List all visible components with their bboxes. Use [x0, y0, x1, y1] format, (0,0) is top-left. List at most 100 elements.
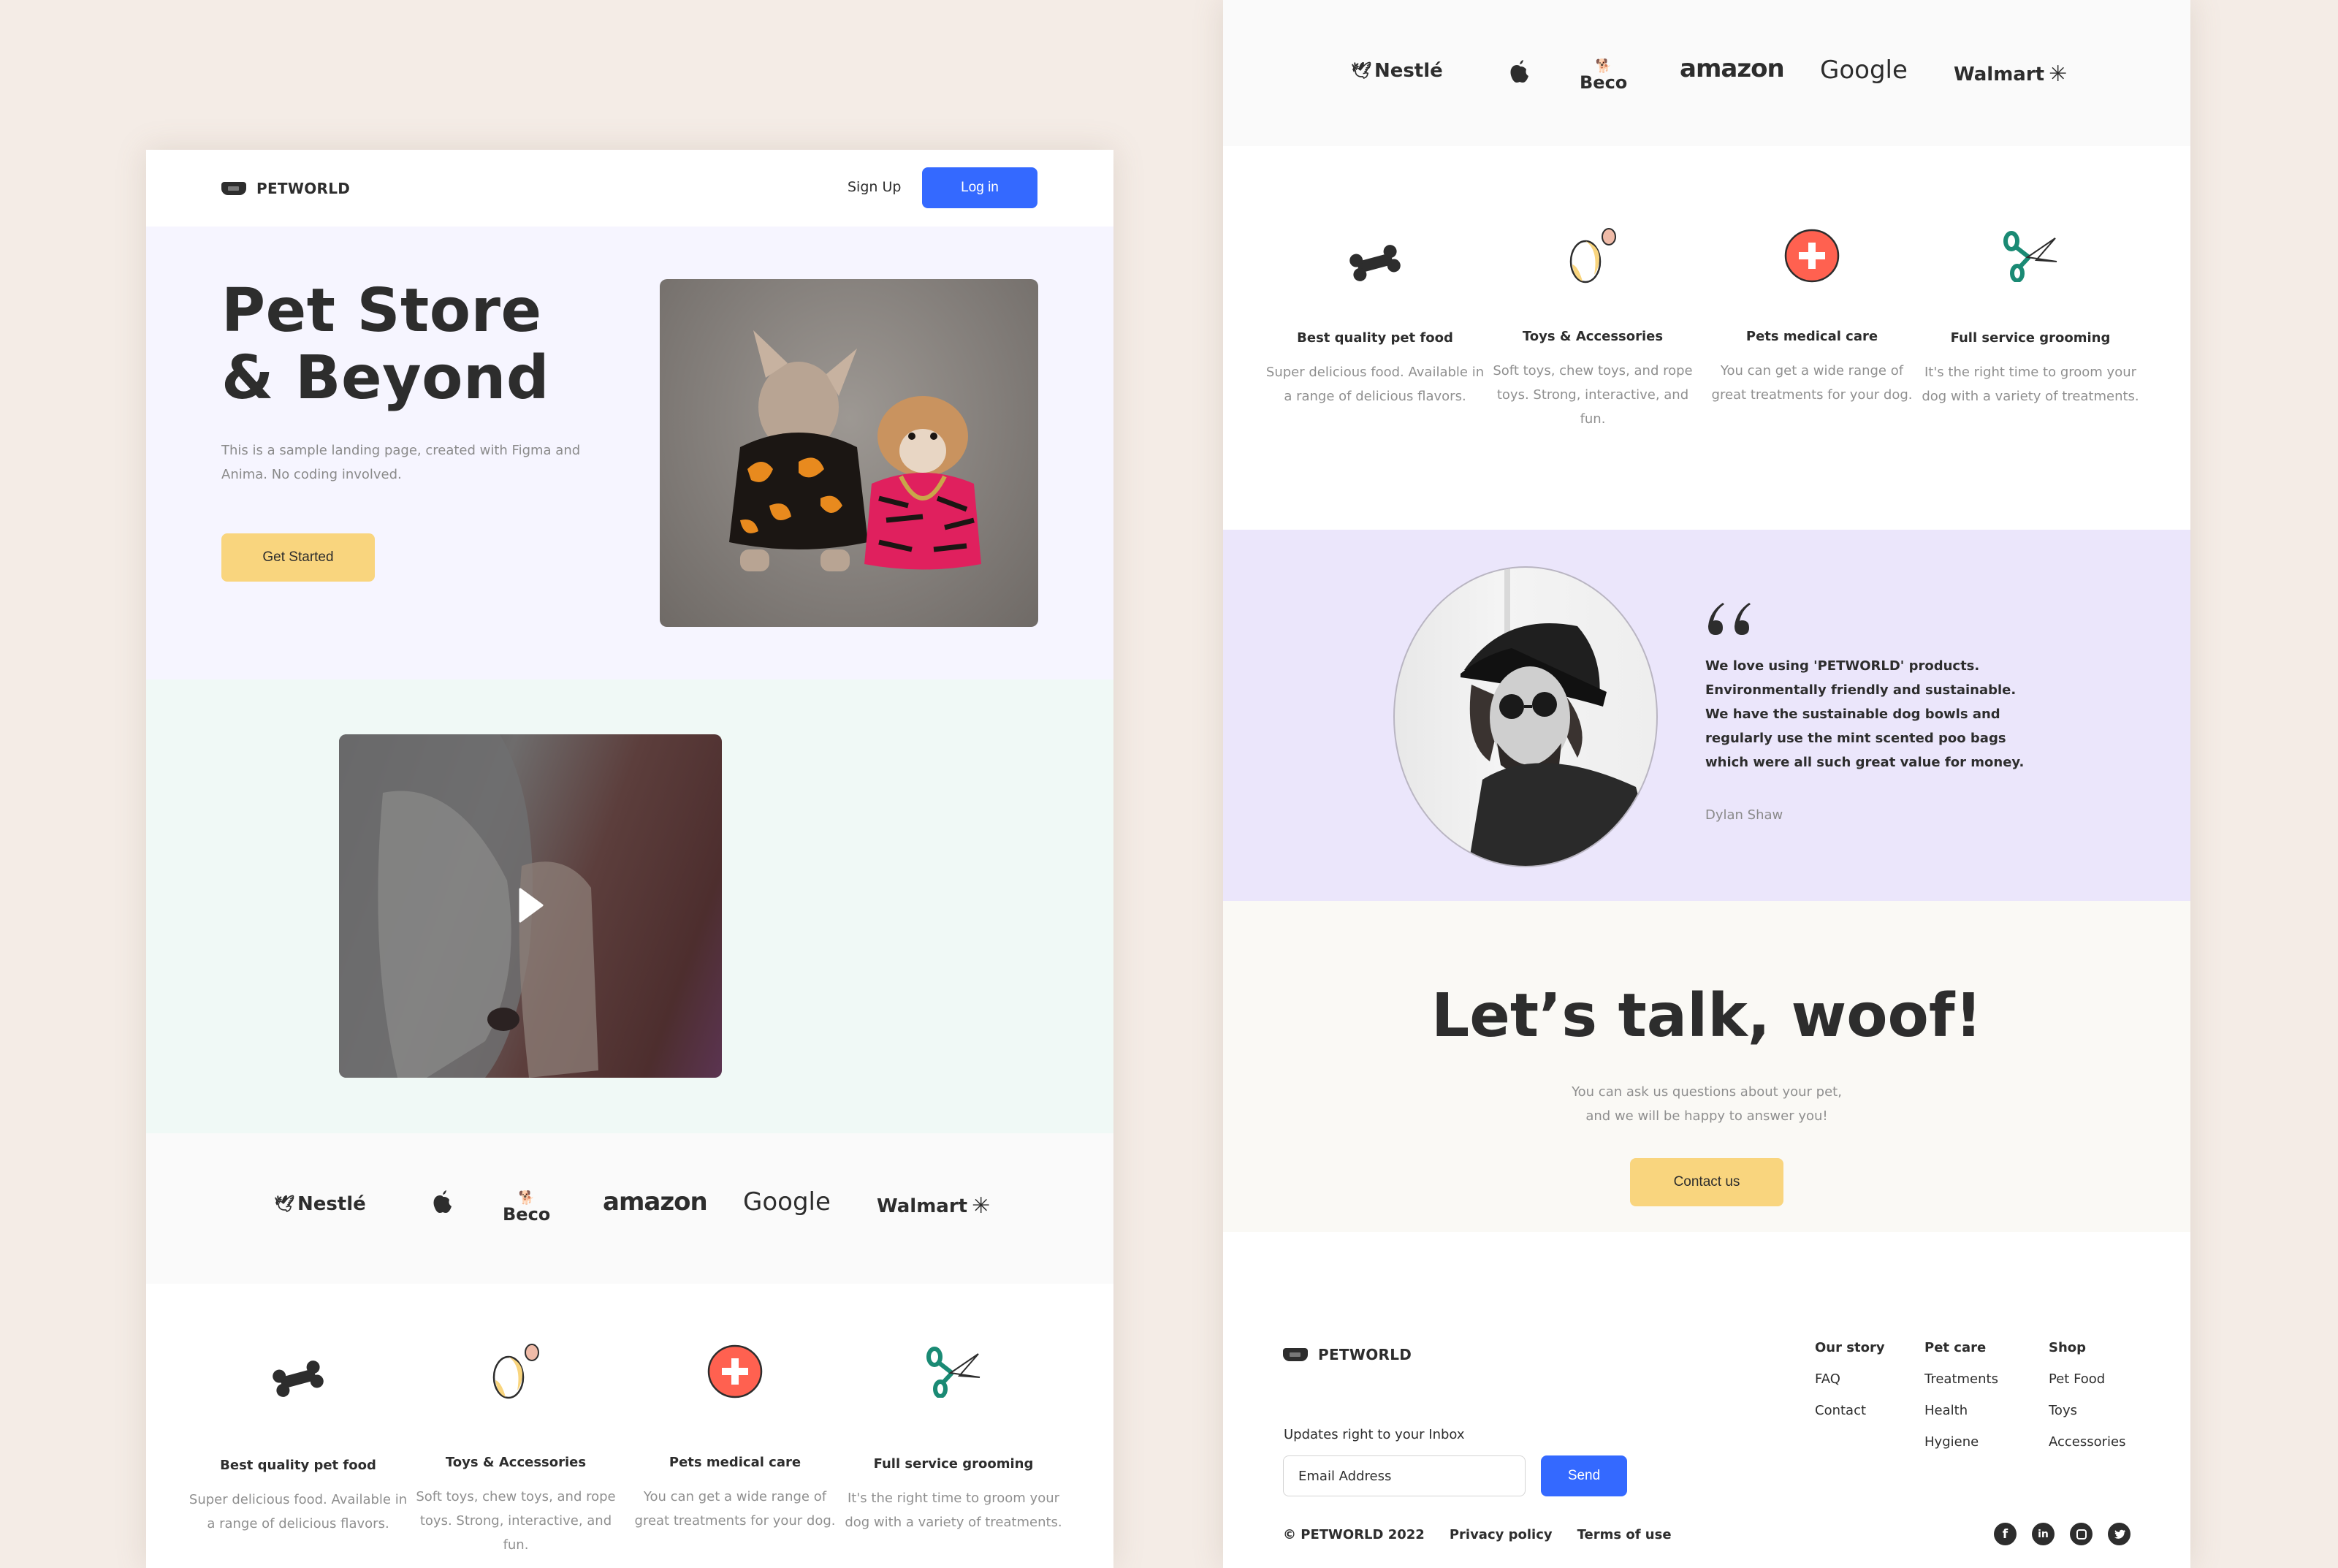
partner-logo-apple — [433, 1189, 453, 1214]
features-section: Best quality pet food Super delicious fo… — [146, 1284, 1113, 1568]
email-input[interactable] — [1283, 1455, 1526, 1496]
play-icon[interactable] — [519, 888, 544, 923]
partner-logo-apple — [1509, 58, 1530, 83]
send-button[interactable]: Send — [1541, 1455, 1627, 1496]
feature-title: Best quality pet food — [1297, 330, 1453, 346]
footer-column-our-story: Our story FAQ Contact — [1815, 1340, 1885, 1434]
footer-link-treatments[interactable]: Treatments — [1924, 1371, 1998, 1388]
feature-card: Full service grooming It's the right tim… — [844, 1284, 1063, 1534]
walmart-spark-icon: ✳ — [2049, 61, 2068, 87]
scissors-icon — [926, 1347, 980, 1398]
partner-logo-nestle: 🕊 Nestlé — [1351, 60, 1443, 82]
footer-brand-logo[interactable]: PETWORLD — [1283, 1346, 1412, 1363]
footer-column-pet-care: Pet care Treatments Health Hygiene — [1924, 1340, 1998, 1466]
brand-name: PETWORLD — [1318, 1346, 1412, 1363]
feature-description: You can get a wide range of great treatm… — [1711, 363, 1913, 403]
walmart-spark-icon: ✳ — [972, 1193, 991, 1219]
feature-card: Full service grooming It's the right tim… — [1921, 146, 2140, 408]
testimonial-quote: We love using 'PETWORLD' products. Envir… — [1705, 658, 2025, 770]
scissors-icon — [2003, 231, 2057, 282]
cta-title: Let’s talk, woof! — [1431, 981, 1982, 1051]
feature-title: Pets medical care — [1745, 329, 1878, 344]
feature-card: Best quality pet food Super delicious fo… — [189, 1284, 408, 1536]
feature-card: Pets medical care You can get a wide ran… — [1702, 146, 1922, 407]
feature-description: You can get a wide range of great treatm… — [634, 1489, 836, 1529]
brand-name: PETWORLD — [256, 180, 351, 197]
facebook-icon[interactable]: f — [1994, 1523, 2017, 1545]
feature-title: Full service grooming — [873, 1456, 1034, 1472]
instagram-icon[interactable] — [2070, 1523, 2093, 1545]
copyright: © PETWORLD 2022 — [1283, 1527, 1425, 1542]
footer-column-heading: Our story — [1815, 1340, 1885, 1355]
feature-card: Best quality pet food Super delicious fo… — [1265, 146, 1485, 408]
medical-cross-icon — [1784, 229, 1840, 283]
signup-link[interactable]: Sign Up — [848, 179, 901, 195]
cta-description: You can ask us questions about your pet,… — [1572, 1084, 1842, 1124]
testimonial-author: Dylan Shaw — [1705, 807, 1783, 823]
partner-logos: 🕊 Nestlé 🐕 Beco amazon Google Walmart ✳ — [1223, 0, 2190, 146]
testimonial-section: We love using 'PETWORLD' products. Envir… — [1223, 530, 2190, 901]
get-started-button[interactable]: Get Started — [221, 533, 375, 582]
landing-page-preview-right: 🕊 Nestlé 🐕 Beco amazon Google Walmart ✳ Bes… — [1223, 0, 2190, 1568]
dogs-illustration — [729, 330, 981, 571]
footer-link-contact[interactable]: Contact — [1815, 1403, 1885, 1419]
contact-cta-section: Let’s talk, woof! You can ask us questio… — [1223, 901, 2190, 1232]
feature-card: Toys & Accessories Soft toys, chew toys,… — [406, 1284, 625, 1557]
footer-link-health[interactable]: Health — [1924, 1403, 1998, 1419]
footer-link-hygiene[interactable]: Hygiene — [1924, 1434, 1998, 1450]
feature-description: Super delicious food. Available in a ran… — [189, 1492, 408, 1531]
quote-icon — [1708, 603, 1751, 635]
person-photo — [1461, 568, 1656, 866]
features-section: Best quality pet food Super delicious fo… — [1223, 146, 2190, 530]
feature-title: Toys & Accessories — [1522, 329, 1664, 344]
feature-title: Toys & Accessories — [445, 1455, 587, 1470]
footer-link-faq[interactable]: FAQ — [1815, 1371, 1885, 1388]
privacy-policy-link[interactable]: Privacy policy — [1450, 1527, 1553, 1542]
brand-logo[interactable]: PETWORLD — [221, 180, 350, 197]
footer-link-accessories[interactable]: Accessories — [2049, 1434, 2126, 1450]
twitter-icon[interactable] — [2108, 1523, 2131, 1545]
footer: PETWORLD Updates right to your Inbox Sen… — [1223, 1232, 2190, 1568]
video-section — [146, 680, 1113, 1133]
apple-icon — [1510, 60, 1528, 83]
testimonial-avatar — [1393, 566, 1658, 867]
linkedin-icon[interactable]: in — [2032, 1523, 2055, 1545]
partner-logo-beco: 🐕 Beco — [503, 1190, 551, 1225]
feature-description: It's the right time to groom your dog wi… — [1922, 365, 2139, 404]
login-button[interactable]: Log in — [922, 167, 1037, 208]
ball-icon — [492, 1344, 539, 1399]
feature-card: Toys & Accessories Soft toys, chew toys,… — [1483, 146, 1702, 431]
hero-section: Pet Store & Beyond This is a sample landi… — [146, 227, 1113, 680]
feature-description: Super delicious food. Available in a ran… — [1265, 365, 1485, 404]
feature-card: Pets medical care You can get a wide ran… — [625, 1284, 845, 1533]
footer-column-heading: Pet care — [1924, 1340, 1987, 1355]
contact-us-button[interactable]: Contact us — [1630, 1158, 1783, 1206]
feature-title: Best quality pet food — [220, 1458, 376, 1473]
partner-logo-walmart: Walmart ✳ — [1954, 61, 2068, 87]
bone-icon — [273, 1360, 324, 1397]
partner-logo-beco: 🐕 Beco — [1580, 58, 1628, 93]
footer-column-shop: Shop Pet Food Toys Accessories — [2049, 1340, 2126, 1466]
feature-description: It's the right time to groom your dog wi… — [845, 1491, 1062, 1530]
partner-logo-amazon: amazon — [603, 1187, 708, 1217]
partner-logo-nestle: 🕊 Nestlé — [274, 1193, 366, 1215]
bowl-icon — [221, 182, 246, 195]
apple-icon — [433, 1190, 452, 1213]
ball-icon — [1569, 228, 1616, 283]
partner-logo-google: Google — [743, 1187, 831, 1217]
feature-description: Soft toys, chew toys, and rope toys. Str… — [416, 1489, 616, 1553]
footer-link-toys[interactable]: Toys — [2049, 1403, 2126, 1419]
feature-title: Full service grooming — [1950, 330, 2111, 346]
feature-description: Soft toys, chew toys, and rope toys. Str… — [1493, 363, 1693, 427]
video-player[interactable] — [339, 734, 722, 1078]
partner-logos: 🕊 Nestlé 🐕 Beco amazon Google Walmart ✳ — [146, 1133, 1113, 1284]
footer-column-heading: Shop — [2049, 1340, 2087, 1355]
terms-of-use-link[interactable]: Terms of use — [1577, 1527, 1672, 1542]
footer-link-pet-food[interactable]: Pet Food — [2049, 1371, 2126, 1388]
footer-legal: © PETWORLD 2022 Privacy policy Terms of … — [1283, 1527, 1672, 1542]
landing-page-preview-left: PETWORLD Sign Up Log in Pet Store & Beyon… — [146, 150, 1113, 1568]
hero-subtitle: This is a sample landing page, created w… — [221, 443, 581, 482]
medical-cross-icon — [707, 1344, 763, 1398]
partner-logo-walmart: Walmart ✳ — [877, 1193, 991, 1219]
partner-logo-amazon: amazon — [1680, 54, 1785, 83]
